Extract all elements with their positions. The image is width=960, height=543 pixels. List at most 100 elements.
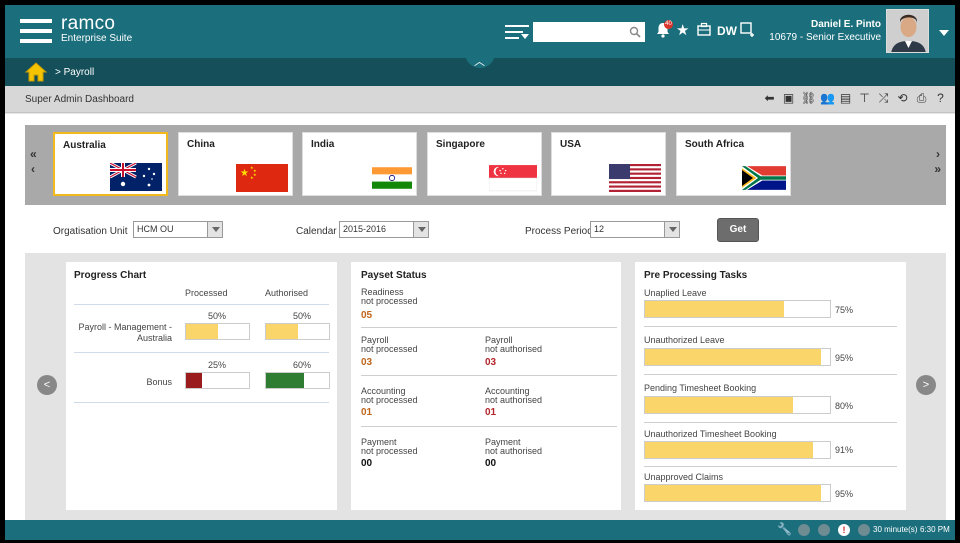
country-card-usa[interactable]: USA bbox=[551, 132, 666, 196]
session-timeout: 30 minute(s) bbox=[873, 525, 918, 534]
save-icon[interactable]: ▣ bbox=[782, 92, 795, 105]
chevron-down-icon[interactable] bbox=[664, 222, 679, 237]
prev-icon[interactable]: ‹ bbox=[31, 162, 35, 176]
country-card-china[interactable]: China ★ ★ ★ ★ ★ bbox=[178, 132, 293, 196]
user-info[interactable]: Daniel E. Pinto 10679 - Senior Executive bbox=[769, 19, 881, 44]
panel-title: Pre Processing Tasks bbox=[644, 270, 748, 281]
help-icon[interactable]: ? bbox=[934, 92, 947, 105]
first-page-icon[interactable]: « bbox=[30, 147, 37, 161]
pin-icon[interactable]: ⊤ bbox=[858, 92, 871, 105]
task-bar[interactable] bbox=[644, 396, 831, 414]
accounting-not-processed-value[interactable]: 01 bbox=[361, 407, 372, 418]
country-card-india[interactable]: India bbox=[302, 132, 417, 196]
menu-list-icon[interactable] bbox=[505, 25, 529, 41]
payment-not-authorised-value[interactable]: 00 bbox=[485, 458, 496, 469]
processed-bar-fill bbox=[186, 373, 202, 388]
row-label-line1: Payroll - Management - bbox=[78, 322, 172, 332]
authorised-bar bbox=[265, 372, 330, 389]
briefcase-icon[interactable] bbox=[697, 22, 711, 41]
authorised-bar-fill bbox=[266, 324, 298, 339]
payroll-not-processed-value[interactable]: 03 bbox=[361, 357, 372, 368]
process-period-value: 12 bbox=[594, 224, 605, 234]
org-unit-select[interactable]: HCM OU bbox=[133, 221, 223, 238]
country-card-australia[interactable]: Australia bbox=[53, 132, 168, 196]
users-icon[interactable]: 👥 bbox=[820, 92, 835, 105]
hamburger-menu-icon[interactable] bbox=[20, 19, 52, 45]
divider bbox=[74, 304, 329, 305]
page-title: Super Admin Dashboard bbox=[25, 94, 134, 105]
calendar-label: Calendar bbox=[296, 226, 337, 237]
avatar[interactable] bbox=[886, 9, 929, 53]
authorised-header: Authorised bbox=[265, 288, 309, 298]
breadcrumb-path[interactable]: > Payroll bbox=[55, 67, 94, 78]
print-icon[interactable]: ⎙ bbox=[915, 92, 928, 105]
usa-flag-icon bbox=[609, 164, 661, 192]
task-pct: 80% bbox=[835, 401, 854, 411]
south-africa-flag-icon bbox=[742, 166, 786, 190]
search-icon[interactable] bbox=[629, 26, 641, 38]
clock-icon[interactable] bbox=[798, 524, 810, 536]
row-label-line1: Bonus bbox=[146, 377, 172, 387]
china-flag-icon: ★★★★★ bbox=[236, 164, 288, 192]
shuffle-icon[interactable]: ⤮ bbox=[877, 92, 890, 105]
readiness-value[interactable]: 05 bbox=[361, 310, 372, 321]
chevron-down-icon[interactable] bbox=[207, 222, 222, 237]
notification-badge: 40 bbox=[664, 20, 673, 29]
country-card-singapore[interactable]: Singapore bbox=[427, 132, 542, 196]
panels-area: < > Progress Chart Processed Authorised … bbox=[25, 253, 946, 520]
payment-not-authorised-label: Payment not authorised bbox=[485, 437, 543, 456]
readiness-label: Readiness not processed bbox=[361, 287, 418, 306]
chevron-up-icon: ︿ bbox=[474, 56, 485, 68]
payroll-not-authorised-label: Payroll not authorised bbox=[485, 335, 543, 354]
authorised-bar-fill bbox=[266, 373, 304, 388]
dashboard-content: « ‹ › » Australia China ★ ★ ★ ★ ★ India Sing… bbox=[5, 114, 955, 520]
payroll-not-authorised-value[interactable]: 03 bbox=[485, 357, 496, 368]
link-icon[interactable]: ⛓ bbox=[801, 92, 816, 105]
calendar-value: 2015-2016 bbox=[343, 224, 387, 234]
task-bar[interactable] bbox=[644, 348, 831, 366]
country-name: Singapore bbox=[436, 139, 485, 150]
back-icon[interactable]: ⬅ bbox=[763, 92, 776, 105]
country-card-south-africa[interactable]: South Africa bbox=[676, 132, 791, 196]
refresh-icon[interactable]: ⟲ bbox=[896, 92, 909, 105]
task-bar-fill bbox=[645, 442, 814, 458]
accounting-not-processed-label: Accounting not processed bbox=[361, 386, 418, 405]
next-panel-button[interactable]: > bbox=[916, 375, 936, 395]
filter-bar: Orgatisation Unit HCM OU Calendar 2015-2… bbox=[5, 217, 955, 247]
next-icon[interactable]: › bbox=[936, 147, 940, 161]
process-period-select[interactable]: 12 bbox=[590, 221, 680, 238]
chevron-down-icon[interactable] bbox=[413, 222, 428, 237]
task-bar-fill bbox=[645, 485, 821, 501]
compass-icon[interactable] bbox=[818, 524, 830, 536]
accounting-not-authorised-value[interactable]: 01 bbox=[485, 407, 496, 418]
country-name: Australia bbox=[63, 140, 106, 151]
task-label: Unapproved Claims bbox=[644, 472, 724, 482]
window-add-icon[interactable] bbox=[740, 22, 754, 42]
chevron-down-icon[interactable] bbox=[939, 30, 949, 36]
progress-chart-panel: Progress Chart Processed Authorised Payr… bbox=[66, 262, 337, 510]
country-name: South Africa bbox=[685, 139, 745, 150]
task-pct: 95% bbox=[835, 489, 854, 499]
report-icon[interactable]: ▤ bbox=[839, 92, 852, 105]
australia-flag-icon bbox=[110, 163, 162, 191]
alert-icon[interactable]: ! bbox=[838, 524, 850, 536]
prev-panel-button[interactable]: < bbox=[37, 375, 57, 395]
get-button[interactable]: Get bbox=[717, 218, 759, 242]
wrench-icon[interactable]: 🔧 bbox=[777, 522, 792, 536]
last-page-icon[interactable]: » bbox=[934, 162, 941, 176]
task-pct: 75% bbox=[835, 305, 854, 315]
timer-icon bbox=[858, 524, 870, 536]
divider bbox=[74, 402, 329, 403]
org-unit-value: HCM OU bbox=[137, 224, 174, 234]
task-bar[interactable] bbox=[644, 300, 831, 318]
payment-not-processed-value[interactable]: 00 bbox=[361, 458, 372, 469]
task-bar[interactable] bbox=[644, 484, 831, 502]
user-name: Daniel E. Pinto bbox=[810, 19, 881, 30]
dw-icon[interactable]: DW bbox=[717, 22, 737, 40]
calendar-select[interactable]: 2015-2016 bbox=[339, 221, 429, 238]
country-selector: « ‹ › » Australia China ★ ★ ★ ★ ★ India Sing… bbox=[25, 125, 946, 205]
home-icon[interactable] bbox=[25, 62, 47, 82]
task-label: Unauthorized Timesheet Booking bbox=[644, 429, 777, 439]
task-bar[interactable] bbox=[644, 441, 831, 459]
star-icon[interactable]: ★ bbox=[676, 22, 689, 40]
